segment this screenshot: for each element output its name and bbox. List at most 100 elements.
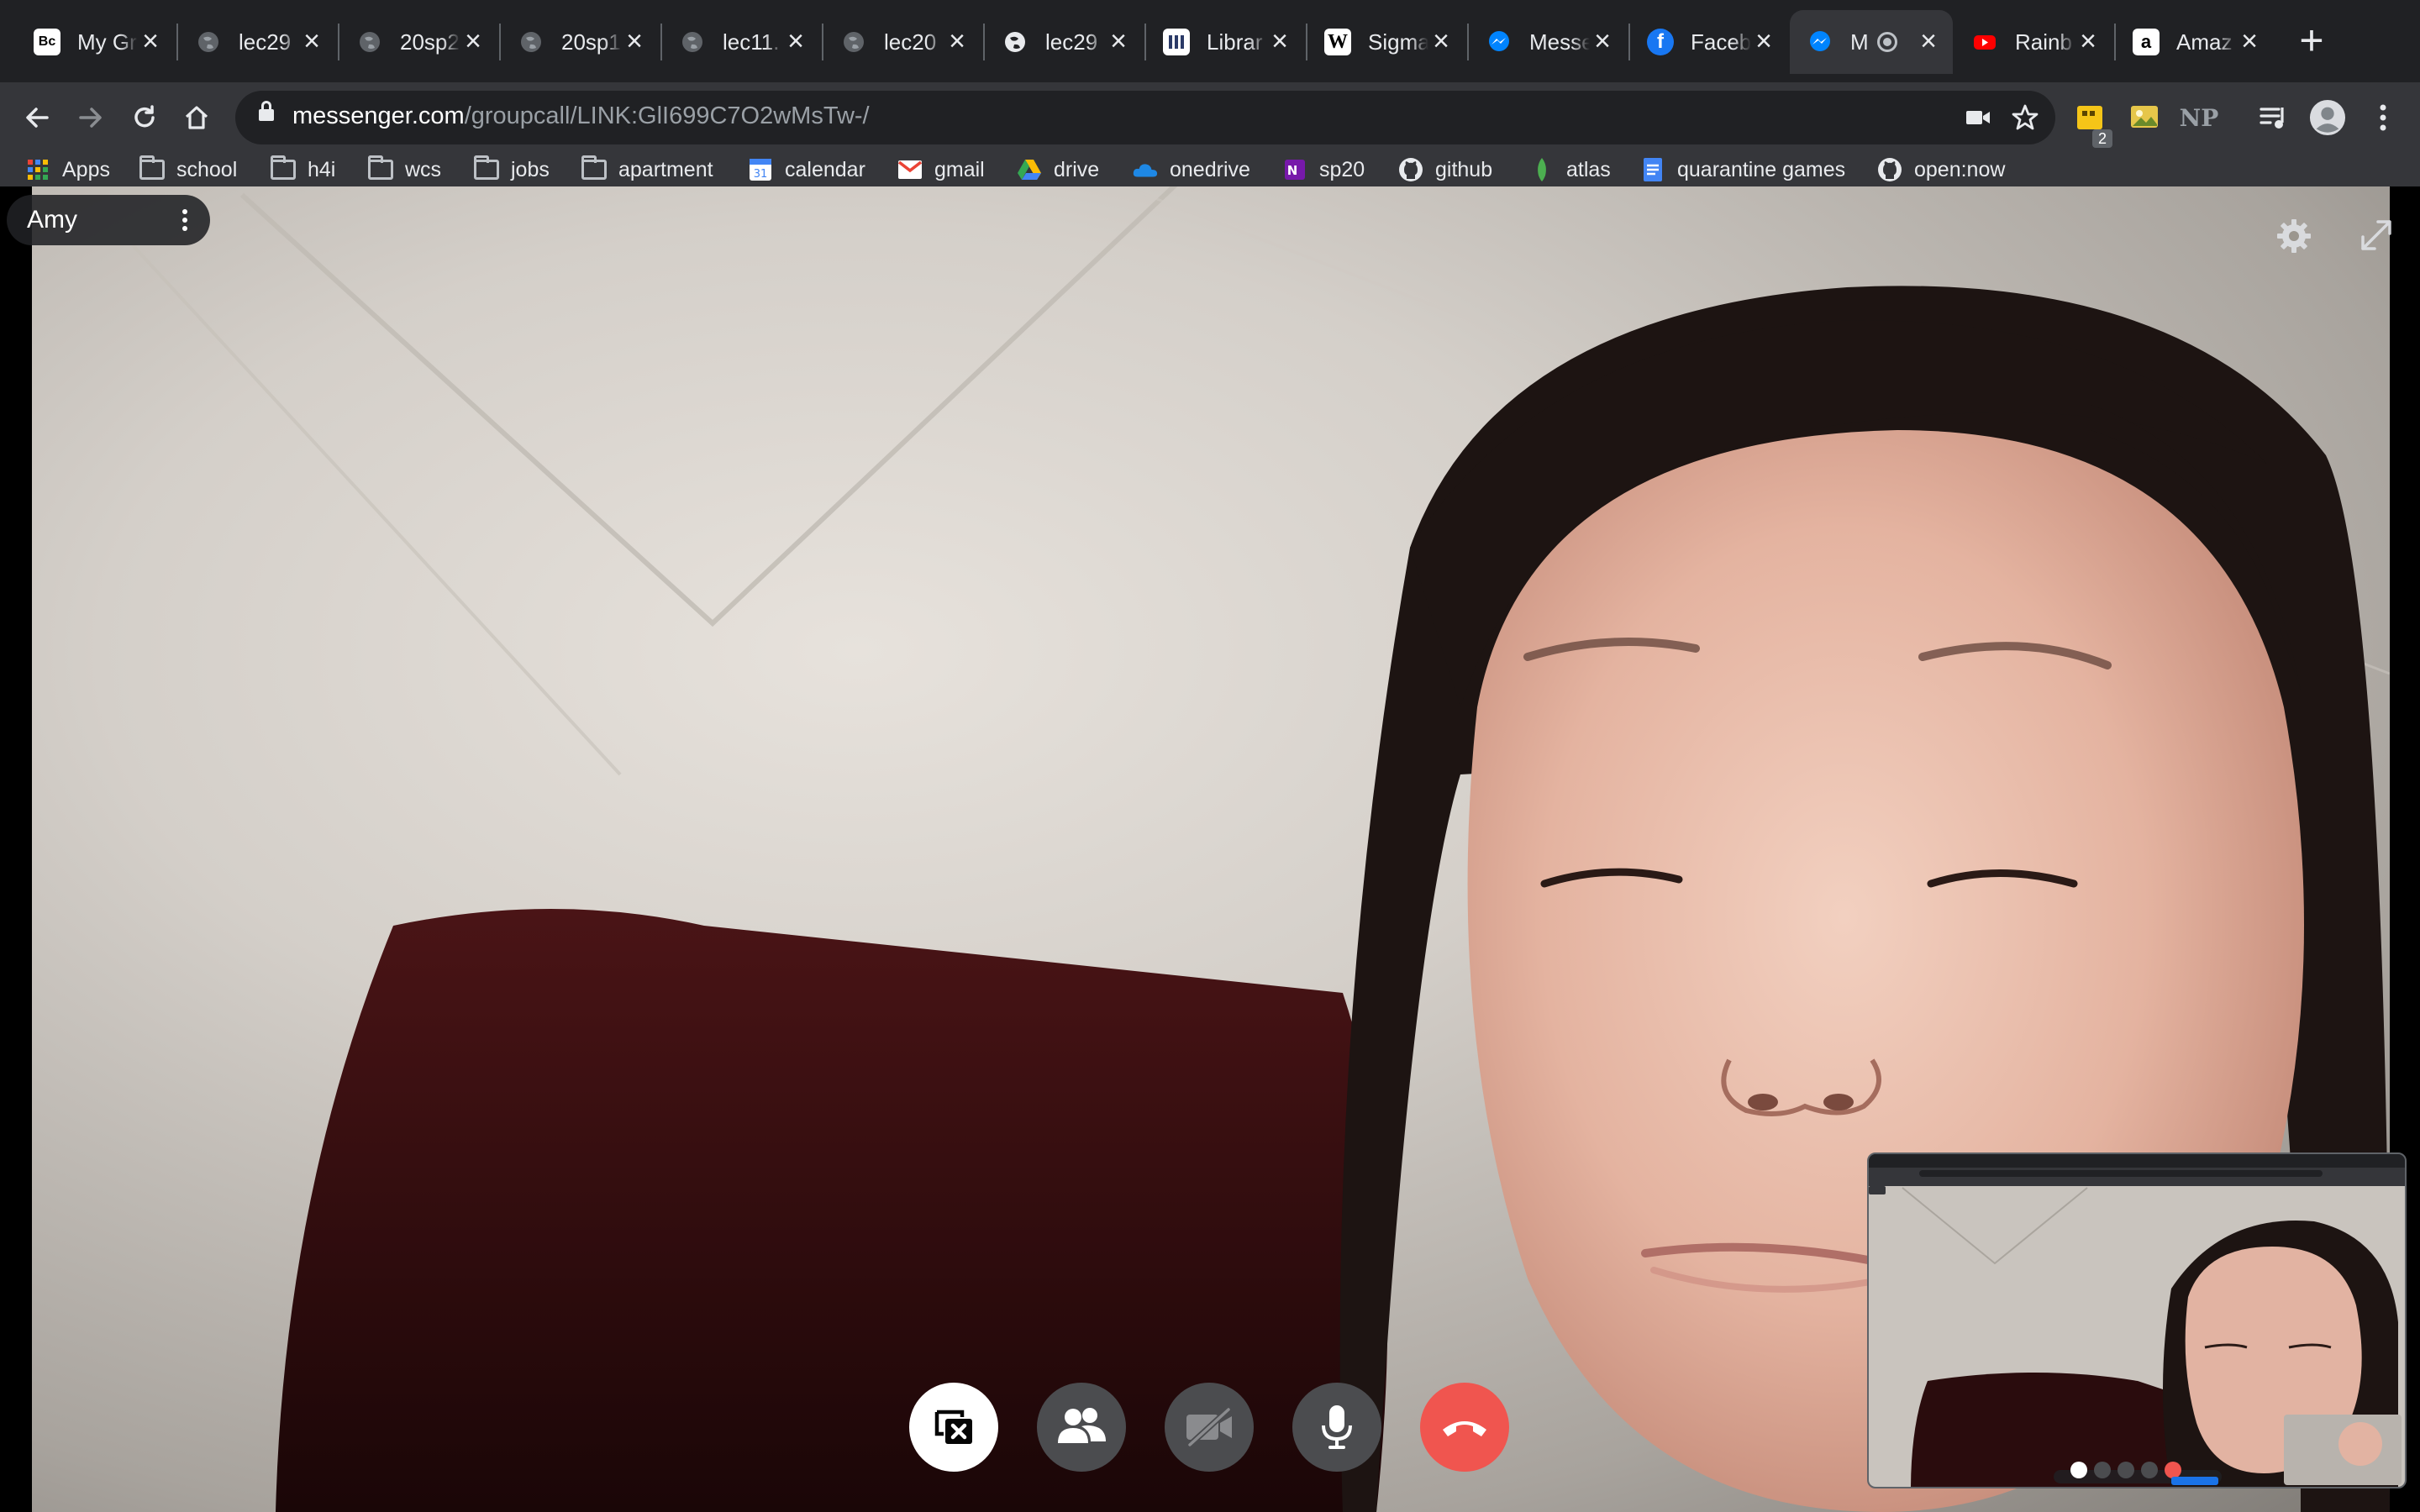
end-call-button[interactable] <box>1420 1383 1509 1472</box>
bookmark-sp20[interactable]: N sp20 <box>1282 153 1365 186</box>
close-icon[interactable]: × <box>138 27 163 55</box>
bookmark-label: atlas <box>1566 157 1611 181</box>
call-controls-bar <box>909 1383 1511 1473</box>
close-icon[interactable]: × <box>460 27 486 55</box>
extension-photo-icon[interactable] <box>2126 99 2163 136</box>
tab-11[interactable]: f Faceb × <box>1630 10 1788 74</box>
screen-share-icon <box>934 1410 972 1444</box>
home-button[interactable] <box>175 96 218 139</box>
close-icon[interactable]: × <box>2237 27 2262 55</box>
microphone-icon <box>1322 1405 1352 1449</box>
home-icon <box>185 106 208 129</box>
tab-4[interactable]: 20sp1 × <box>501 10 659 74</box>
onedrive-icon <box>1133 157 1158 182</box>
bookmark-label: h4i <box>308 157 336 181</box>
bookmark-gmail[interactable]: gmail <box>897 153 985 186</box>
bookmark-calendar[interactable]: 31 calendar <box>748 153 865 186</box>
tab-14[interactable]: a Amaz × <box>2116 10 2274 74</box>
end-call-icon <box>1443 1421 1486 1436</box>
globe-icon <box>1002 29 1028 55</box>
tab-5[interactable]: lec11. × <box>662 10 820 74</box>
bookmark-wcs[interactable]: wcs <box>368 153 441 186</box>
close-icon[interactable]: × <box>944 27 970 55</box>
close-icon[interactable]: × <box>1751 27 1776 55</box>
url-path: /groupcall/LINK:GlI699C7O2wMsTw-/ <box>464 102 870 129</box>
camera-toggle-button[interactable] <box>1165 1383 1254 1472</box>
tab-title: My Gr <box>77 29 137 55</box>
camera-in-use-icon[interactable] <box>1961 101 1995 134</box>
bookmark-label: jobs <box>511 157 550 181</box>
tab-10[interactable]: Messe × <box>1469 10 1627 74</box>
browser-toolbar: messenger.com/groupcall/LINK:GlI699C7O2w… <box>0 82 2420 153</box>
tab-title: Amaz <box>2176 29 2233 55</box>
media-queue-icon[interactable] <box>2255 99 2292 136</box>
tab-title: lec29 <box>1045 29 1098 55</box>
globe-icon <box>195 29 222 55</box>
close-icon[interactable]: × <box>2075 27 2101 55</box>
participants-icon <box>1058 1408 1106 1443</box>
tab-1[interactable]: Bc My Gr × <box>17 10 175 74</box>
screen-share-button[interactable] <box>909 1383 998 1472</box>
settings-gear-icon[interactable] <box>2275 217 2313 255</box>
bookmark-jobs[interactable]: jobs <box>474 153 550 186</box>
participant-options-icon[interactable] <box>168 203 202 237</box>
forward-button[interactable] <box>69 96 113 139</box>
bookmark-open-now[interactable]: open:now <box>1877 153 2005 186</box>
bookmark-atlas[interactable]: atlas <box>1529 153 1611 186</box>
close-icon[interactable]: × <box>1428 27 1454 55</box>
tab-title: 20sp1 <box>561 29 621 55</box>
close-icon[interactable]: × <box>622 27 647 55</box>
close-icon[interactable]: × <box>783 27 808 55</box>
bookmark-label: gmail <box>934 157 985 181</box>
svg-text:N: N <box>1287 163 1298 178</box>
close-icon[interactable]: × <box>1106 27 1131 55</box>
profile-avatar-icon[interactable] <box>2309 99 2346 136</box>
bookmark-apartment[interactable]: apartment <box>581 153 713 186</box>
tab-6[interactable]: lec20 × <box>823 10 981 74</box>
close-icon[interactable]: × <box>1916 27 1941 55</box>
bookmark-apps[interactable]: Apps <box>25 153 110 186</box>
amazon-icon: a <box>2133 29 2160 55</box>
onenote-icon: N <box>1282 157 1307 182</box>
close-icon[interactable]: × <box>1267 27 1292 55</box>
svg-text:31: 31 <box>754 168 768 181</box>
extension-np-icon[interactable]: NP <box>2178 99 2220 136</box>
bookmark-h4i[interactable]: h4i <box>271 153 335 186</box>
tab-2[interactable]: lec29 × <box>178 10 336 74</box>
bookmark-onedrive[interactable]: onedrive <box>1133 153 1250 186</box>
bookmark-label: quarantine games <box>1677 157 1846 181</box>
microphone-button[interactable] <box>1292 1383 1381 1472</box>
tab-12-active[interactable]: M × <box>1790 10 1953 74</box>
bookmark-drive[interactable]: drive <box>1017 153 1099 186</box>
calendar-icon: 31 <box>748 157 773 182</box>
bookmark-github[interactable]: github <box>1398 153 1492 186</box>
bookmark-label: sp20 <box>1319 157 1365 181</box>
self-view-preview[interactable] <box>1867 1152 2407 1488</box>
participants-button[interactable] <box>1037 1383 1126 1472</box>
arrow-left-icon <box>26 108 49 128</box>
tab-7[interactable]: lec29 × <box>985 10 1143 74</box>
new-tab-button[interactable]: + <box>2292 19 2331 61</box>
browser-menu-icon[interactable] <box>2365 99 2402 136</box>
tab-9[interactable]: W Sigma × <box>1307 10 1465 74</box>
bookmark-star-icon[interactable] <box>2008 101 2042 134</box>
address-bar[interactable]: messenger.com/groupcall/LINK:GlI699C7O2w… <box>235 91 2055 144</box>
url-host: messenger.com <box>292 102 465 129</box>
url-text[interactable]: messenger.com/groupcall/LINK:GlI699C7O2w… <box>292 102 870 130</box>
tab-title: lec29 <box>239 29 292 55</box>
tab-title: Messe <box>1529 29 1590 55</box>
bookmark-label: open:now <box>1914 157 2006 181</box>
atlas-icon <box>1529 157 1555 182</box>
tab-3[interactable]: 20sp2 × <box>339 10 497 74</box>
tab-8[interactable]: Librar × <box>1146 10 1304 74</box>
back-button[interactable] <box>15 96 59 139</box>
messenger-icon <box>1807 29 1833 55</box>
fullscreen-expand-icon[interactable] <box>2358 217 2395 254</box>
tab-13[interactable]: Rainb × <box>1954 10 2112 74</box>
bookmark-school[interactable]: school <box>139 153 237 186</box>
close-icon[interactable]: × <box>1590 27 1615 55</box>
tab-title: Sigma <box>1368 29 1428 55</box>
close-icon[interactable]: × <box>299 27 324 55</box>
reload-button[interactable] <box>123 96 166 139</box>
bookmark-quarantine-games[interactable]: quarantine games <box>1640 153 1845 186</box>
